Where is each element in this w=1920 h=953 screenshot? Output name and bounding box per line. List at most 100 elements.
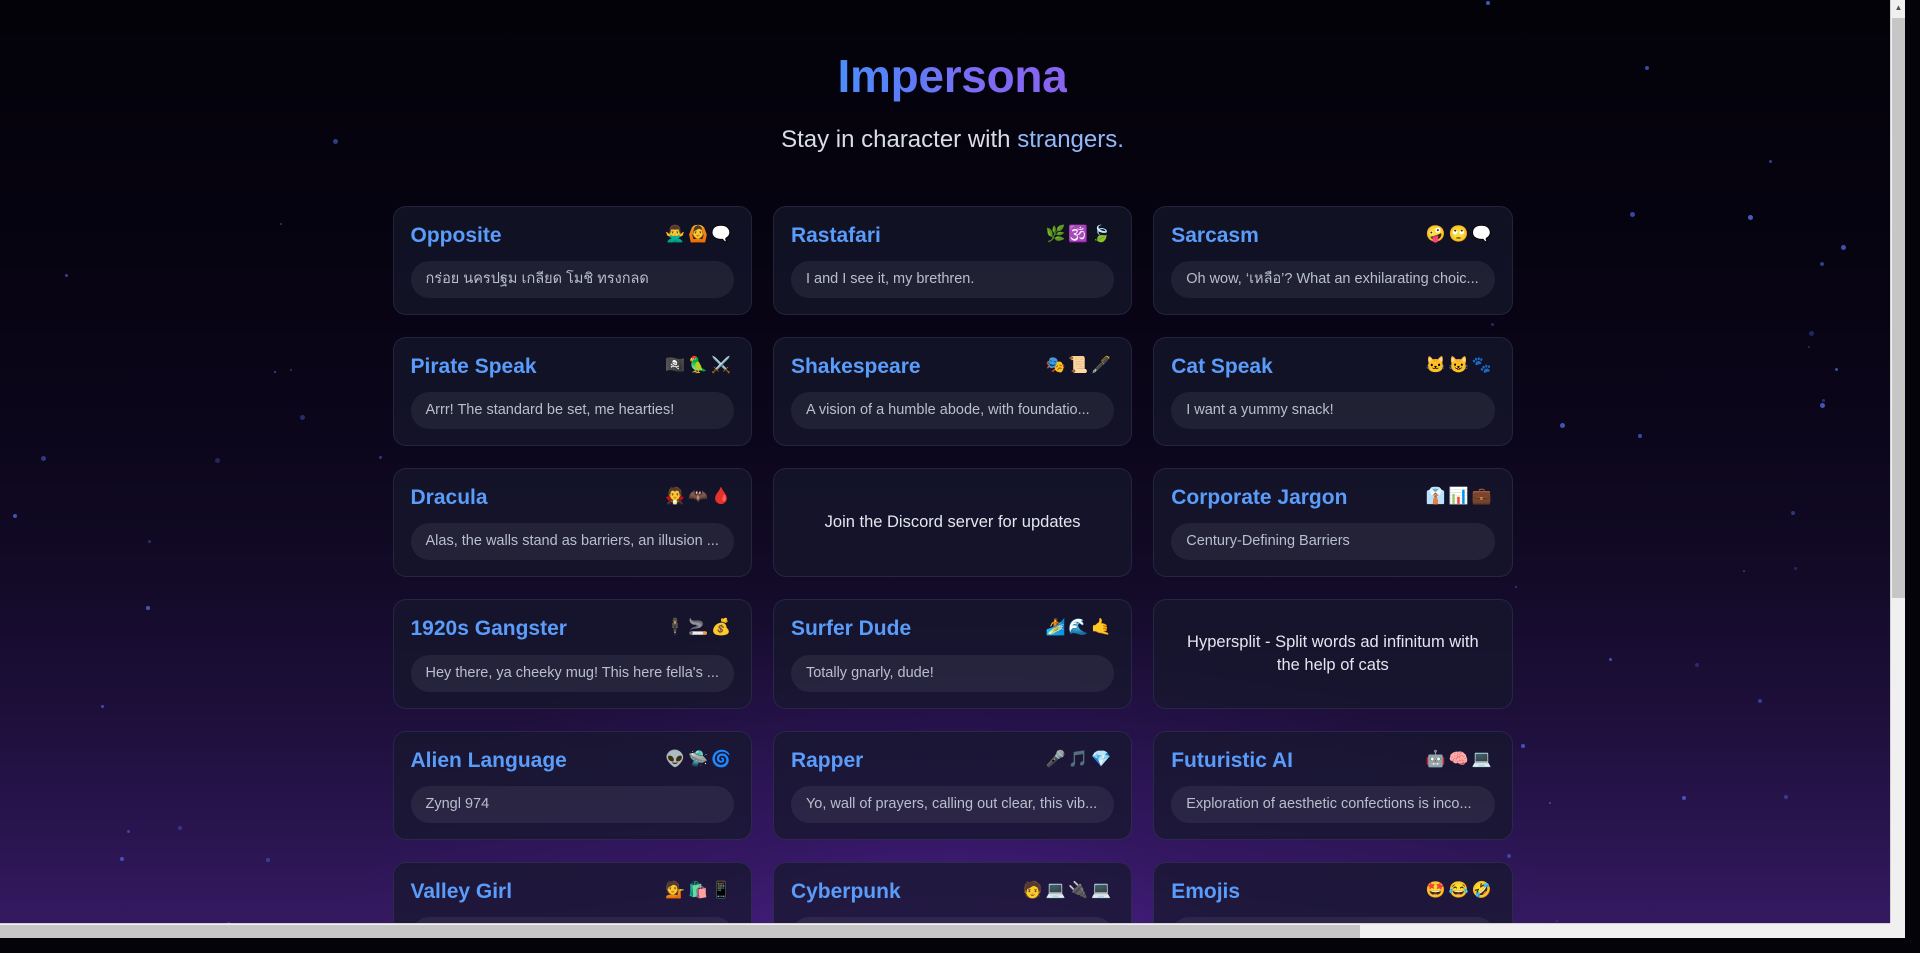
subtitle-prefix: Stay in character with <box>781 125 1018 153</box>
star-particle <box>1841 244 1847 250</box>
persona-card-header: Corporate Jargon 👔📊💼 <box>1171 486 1494 510</box>
promo-card[interactable]: Hypersplit - Split words ad infinitum wi… <box>1153 599 1513 709</box>
persona-card-title: Rastafari <box>790 224 881 247</box>
star-particle <box>41 456 47 462</box>
star-particle <box>1520 743 1525 748</box>
vertical-scrollbar[interactable]: ▲ ▼ <box>1890 0 1905 938</box>
persona-card[interactable]: Cat Speak 🐱😺🐾 I want a yummy snack! <box>1153 337 1513 447</box>
persona-sample-text: Century-Defining Barriers <box>1171 523 1495 561</box>
promo-card[interactable]: Join the Discord server for updates <box>772 468 1133 578</box>
persona-card-title: Futuristic AI <box>1171 748 1293 772</box>
persona-card[interactable]: Pirate Speak 🏴‍☠️🦜⚔️ Arrr! The standard be… <box>392 337 752 447</box>
persona-card-title: Cat Speak <box>1171 355 1273 379</box>
persona-emoji-row: 🤩😂🤣 <box>1425 881 1495 899</box>
horizontal-scrollbar[interactable] <box>0 923 1905 938</box>
persona-sample-text: Zyngl 974 <box>410 785 734 823</box>
persona-sample-text: Yo, wall of prayers, calling out clear, … <box>790 785 1115 823</box>
persona-sample-text: Exploration of aesthetic confections is … <box>1171 785 1495 823</box>
star-particle <box>148 539 152 543</box>
star-particle <box>378 455 382 459</box>
star-particle <box>1768 160 1772 164</box>
persona-card-header: Dracula 🧛🦇🩸 <box>411 486 734 510</box>
star-particle <box>1638 433 1643 438</box>
persona-emoji-row: 🕴️🚬💰 <box>665 619 734 637</box>
persona-card[interactable]: Sarcasm 🤪🙄🗨️ Oh wow, ‘เหลือ’? What an exhi… <box>1153 206 1513 316</box>
star-particle <box>1834 367 1838 371</box>
star-particle <box>1820 403 1826 409</box>
star-particle <box>1820 261 1825 266</box>
persona-card-title: Rapper <box>790 748 864 772</box>
persona-emoji-row: 🌿🕉️🍃 <box>1045 226 1115 243</box>
star-particle <box>1556 919 1559 922</box>
persona-card-title: Valley Girl <box>410 879 513 903</box>
persona-card-title: Surfer Dude <box>790 617 912 641</box>
persona-emoji-row: 💁🛍️📱 <box>665 881 734 899</box>
star-particle <box>1559 423 1565 429</box>
page-header: Impersona Stay in character with strange… <box>0 0 1905 154</box>
star-particle <box>290 368 293 371</box>
star-particle <box>100 705 104 709</box>
persona-card[interactable]: Futuristic AI 🤖🧠💻 Exploration of aesthetic… <box>1153 730 1513 840</box>
persona-card[interactable]: Dracula 🧛🦇🩸 Alas, the walls stand as barri… <box>392 468 752 578</box>
star-particle <box>177 826 182 831</box>
star-particle <box>1821 398 1825 402</box>
persona-sample-text: A vision of a humble abode, with foundat… <box>790 392 1115 430</box>
persona-sample-text: Oh wow, ‘เหลือ’? What an exhilarating ch… <box>1171 261 1495 299</box>
star-particle <box>145 606 150 611</box>
scrollbar-corner <box>1890 923 1905 938</box>
persona-sample-text: I want a yummy snack! <box>1171 392 1495 430</box>
promo-card-text: Join the Discord server for updates <box>824 513 1081 532</box>
persona-card-title: Corporate Jargon <box>1171 486 1348 510</box>
persona-card[interactable]: Corporate Jargon 👔📊💼 Century-Defining Barr… <box>1153 468 1513 578</box>
persona-sample-text: I and I see it, my brethren. <box>790 261 1115 299</box>
persona-card[interactable]: Alien Language 👽🛸🌀 Zyngl 974 <box>392 730 752 840</box>
star-particle <box>299 415 305 421</box>
page-subtitle: Stay in character with strangers. <box>0 126 1905 154</box>
persona-emoji-row: 🏄🌊🤙 <box>1045 619 1115 637</box>
star-particle <box>1807 346 1810 349</box>
persona-sample-text: Alas, the walls stand as barriers, an il… <box>410 523 734 561</box>
persona-emoji-row: 🤪🙄🗨️ <box>1425 226 1495 243</box>
star-particle <box>1808 330 1814 336</box>
horizontal-scrollbar-thumb[interactable] <box>0 925 1360 938</box>
persona-sample-text: Arrr! The standard be set, me hearties! <box>410 392 734 430</box>
persona-emoji-row: 🐱😺🐾 <box>1425 357 1495 375</box>
persona-card-header: Futuristic AI 🤖🧠💻 <box>1171 749 1494 773</box>
star-particle <box>64 274 68 278</box>
persona-card-header: Alien Language 👽🛸🌀 <box>411 749 734 773</box>
page-title: Impersona <box>837 50 1068 102</box>
persona-emoji-row: 🧑💻🔌💻 <box>1022 881 1115 899</box>
persona-grid-container: Opposite 🙅‍♂️🙆🗨️ กร่อย นครปฐม เกลียด โมชิ … <box>392 206 1513 938</box>
persona-card-title: Alien Language <box>410 748 567 772</box>
persona-card-header: Opposite 🙅‍♂️🙆🗨️ <box>411 224 734 248</box>
persona-card-header: Surfer Dude 🏄🌊🤙 <box>791 617 1114 641</box>
persona-card[interactable]: Shakespeare 🎭📜🖋️ A vision of a humble abod… <box>772 337 1133 447</box>
star-particle <box>1549 802 1552 805</box>
persona-card[interactable]: Rapper 🎤🎵💎 Yo, wall of prayers, calling ou… <box>772 730 1133 840</box>
persona-card[interactable]: Rastafari 🌿🕉️🍃 I and I see it, my brethren… <box>772 206 1133 316</box>
persona-sample-text: Hey there, ya cheeky mug! This here fell… <box>410 654 734 692</box>
persona-card[interactable]: 1920s Gangster 🕴️🚬💰 Hey there, ya cheeky m… <box>392 599 752 709</box>
vertical-scrollbar-thumb[interactable] <box>1892 18 1905 598</box>
star-particle <box>265 857 270 862</box>
persona-emoji-row: 🏴‍☠️🦜⚔️ <box>665 357 734 375</box>
persona-card-title: 1920s Gangster <box>410 617 567 641</box>
persona-emoji-row: 🎭📜🖋️ <box>1045 357 1115 375</box>
star-particle <box>1791 511 1796 516</box>
star-particle <box>1682 795 1687 800</box>
star-particle <box>279 222 282 225</box>
persona-card-title: Opposite <box>410 224 502 247</box>
scroll-up-arrow-icon[interactable]: ▲ <box>1891 0 1905 16</box>
persona-emoji-row: 🎤🎵💎 <box>1045 750 1115 768</box>
star-particle <box>1784 794 1789 799</box>
persona-card[interactable]: Surfer Dude 🏄🌊🤙 Totally gnarly, dude! <box>772 599 1133 709</box>
star-particle <box>274 371 277 374</box>
persona-sample-text: Totally gnarly, dude! <box>790 654 1115 692</box>
star-particle <box>1515 585 1518 588</box>
persona-card-header: Rapper 🎤🎵💎 <box>791 749 1114 773</box>
persona-emoji-row: 👔📊💼 <box>1425 488 1495 506</box>
persona-card[interactable]: Opposite 🙅‍♂️🙆🗨️ กร่อย นครปฐม เกลียด โมชิ … <box>392 206 752 316</box>
persona-card-title: Sarcasm <box>1171 224 1259 247</box>
promo-card-text: Hypersplit - Split words ad infinitum wi… <box>1187 632 1479 675</box>
star-particle <box>1694 663 1699 668</box>
